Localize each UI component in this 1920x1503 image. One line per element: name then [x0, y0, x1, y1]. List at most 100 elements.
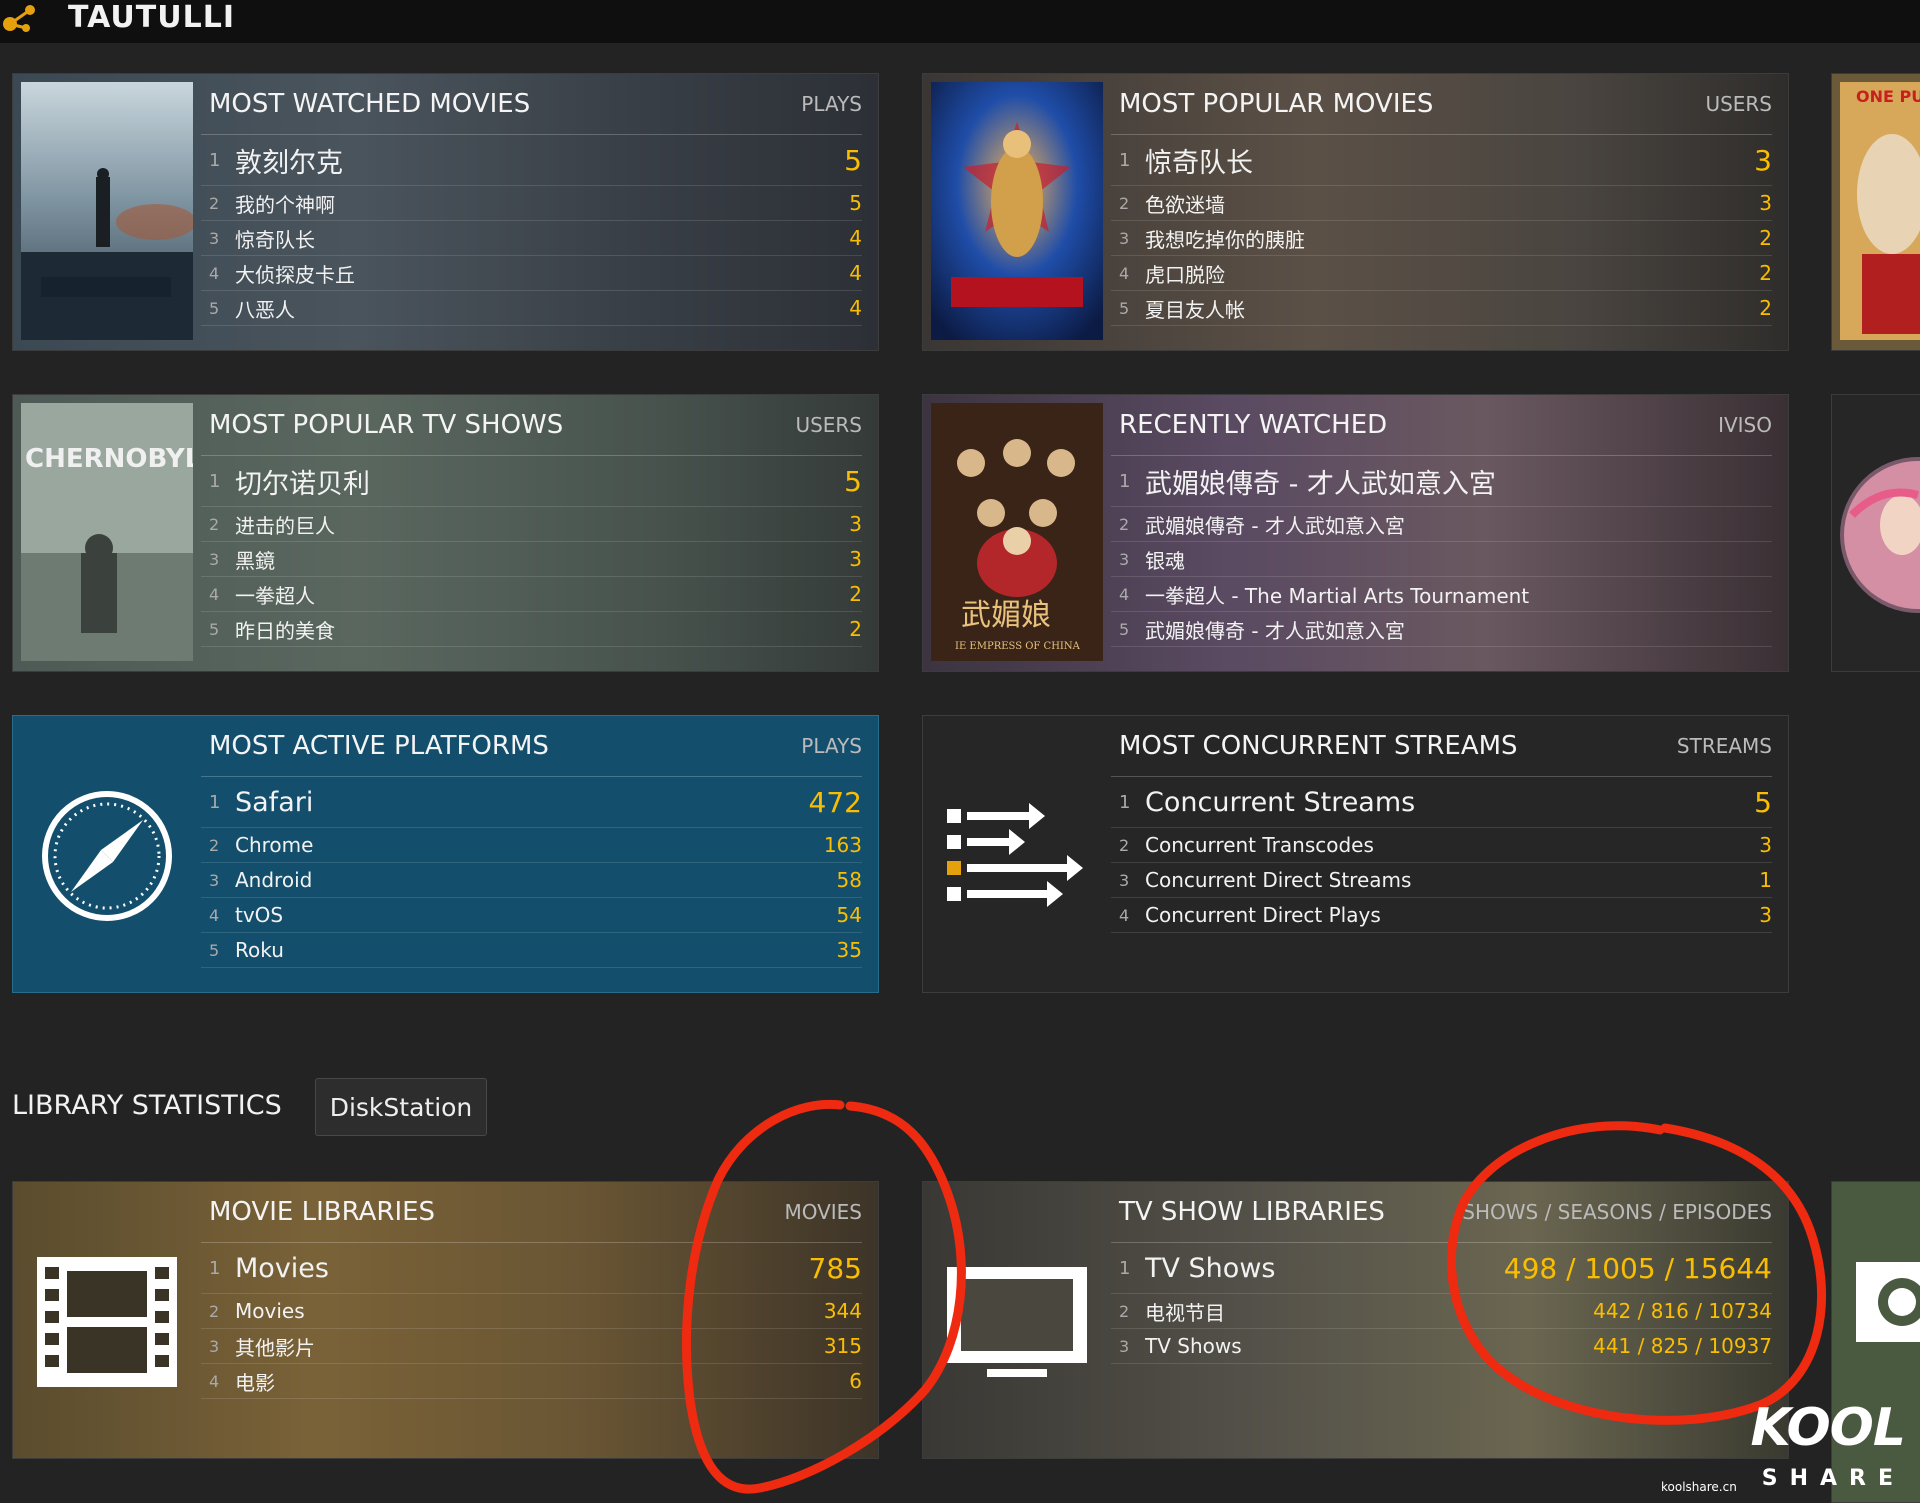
list-item[interactable]: 3 Android 58	[201, 863, 862, 898]
card-most-watched-movies[interactable]: MOST WATCHED MOVIES PLAYS 1 敦刻尔克 5 2 我的个神啊 5…	[12, 73, 879, 351]
list-item[interactable]: 4 电影 6	[201, 1364, 862, 1399]
list-item[interactable]: 5 武媚娘傳奇 - 才人武如意入宮	[1111, 612, 1772, 647]
card-content: MOVIE LIBRARIES MOVIES 1 Movies 785 2 Movie…	[201, 1182, 862, 1458]
tv-poster[interactable]: CHERNOBYL	[21, 403, 193, 661]
anime-avatar-image	[1840, 457, 1920, 613]
item-title: 夏目友人帐	[1145, 297, 1245, 322]
rank-number: 1	[1119, 470, 1131, 492]
item-title: Movies	[235, 1299, 305, 1323]
item-title: 其他影片	[235, 1335, 315, 1360]
card-most-popular-movies[interactable]: MOST POPULAR MOVIES USERS 1 惊奇队长 3 2 色欲迷墙 3 …	[922, 73, 1789, 351]
card-unit-label: PLAYS	[801, 734, 862, 758]
list-item[interactable]: 4 一拳超人 2	[201, 577, 862, 612]
item-count: 5	[844, 464, 862, 498]
card-most-concurrent-streams[interactable]: MOST CONCURRENT STREAMS STREAMS 1 Concurr…	[922, 715, 1789, 993]
item-count: 3	[1754, 143, 1772, 177]
item-count: 35	[836, 938, 862, 962]
list-item[interactable]: 3 其他影片 315	[201, 1329, 862, 1364]
list-item[interactable]: 1 惊奇队长 3	[1111, 135, 1772, 186]
item-title: 一拳超人 - The Martial Arts Tournament	[1145, 583, 1530, 608]
rank-number: 4	[209, 1371, 220, 1391]
list-item[interactable]: 4 Concurrent Direct Plays 3	[1111, 898, 1772, 933]
list-item[interactable]: 3 银魂	[1111, 542, 1772, 577]
list-item[interactable]: 1 武媚娘傳奇 - 才人武如意入宮	[1111, 456, 1772, 507]
item-count: 441 / 825 / 10937	[1593, 1334, 1772, 1358]
list-item[interactable]: 3 TV Shows 441 / 825 / 10937	[1111, 1329, 1772, 1364]
card-partial-next[interactable]: ONE PUN	[1831, 73, 1920, 351]
item-count: 4	[849, 296, 862, 320]
item-title: 惊奇队长	[235, 227, 315, 252]
brand[interactable]: TAUTULLI	[0, 0, 235, 35]
list-item[interactable]: 3 我想吃掉你的胰脏 2	[1111, 221, 1772, 256]
movie-poster[interactable]	[931, 82, 1103, 340]
list-item[interactable]: 2 Chrome 163	[201, 828, 862, 863]
list-item[interactable]: 3 黑鏡 3	[201, 542, 862, 577]
list-item[interactable]: 4 一拳超人 - The Martial Arts Tournament	[1111, 577, 1772, 612]
card-recently-watched[interactable]: 武媚娘 IE EMPRESS OF CHINA RECENTLY WATCHED…	[922, 394, 1789, 672]
rank-number: 1	[1119, 1257, 1131, 1279]
rank-number: 2	[1119, 1301, 1130, 1321]
empress-of-china-poster-image: 武媚娘 IE EMPRESS OF CHINA	[931, 403, 1103, 661]
rank-number: 3	[1119, 870, 1130, 890]
list-item[interactable]: 1 Movies 785	[201, 1243, 862, 1294]
list-item[interactable]: 1 切尔诺贝利 5	[201, 456, 862, 507]
card-unit-label: USERS	[1705, 92, 1772, 116]
list-item[interactable]: 5 八恶人 4	[201, 291, 862, 326]
poster-subtitle-text: IE EMPRESS OF CHINA	[955, 641, 1081, 652]
item-count: 785	[808, 1251, 862, 1285]
list-item[interactable]: 2 我的个神啊 5	[201, 186, 862, 221]
rank-number: 5	[209, 940, 220, 960]
card-partial-next[interactable]	[1831, 394, 1920, 672]
item-title: 惊奇队长	[1145, 147, 1253, 179]
list-item[interactable]: 1 Safari 472	[201, 777, 862, 828]
list-item[interactable]: 3 Concurrent Direct Streams 1	[1111, 863, 1772, 898]
item-title: 敦刻尔克	[235, 147, 343, 179]
item-title: 八恶人	[235, 297, 295, 322]
poster-text: CHERNOBYL	[25, 444, 193, 474]
poster-title-text: 武媚娘	[961, 598, 1051, 633]
item-count: 2	[849, 617, 862, 641]
list-item[interactable]: 2 Concurrent Transcodes 3	[1111, 828, 1772, 863]
list-item[interactable]: 5 昨日的美食 2	[201, 612, 862, 647]
list-item[interactable]: 1 Concurrent Streams 5	[1111, 777, 1772, 828]
card-title: MOST WATCHED MOVIES	[209, 89, 531, 119]
list-item[interactable]: 1 TV Shows 498 / 1005 / 15644	[1111, 1243, 1772, 1294]
streams-arrows-icon	[947, 786, 1087, 926]
list-item[interactable]: 2 色欲迷墙 3	[1111, 186, 1772, 221]
card-title: MOVIE LIBRARIES	[209, 1197, 436, 1227]
item-count: 2	[1759, 261, 1772, 285]
rank-number: 4	[1119, 263, 1130, 283]
rank-number: 4	[209, 263, 220, 283]
card-most-popular-tv-shows[interactable]: CHERNOBYL MOST POPULAR TV SHOWS USERS 1切…	[12, 394, 879, 672]
item-title: Concurrent Direct Streams	[1145, 868, 1412, 892]
list-item[interactable]: 2 武媚娘傳奇 - 才人武如意入宮	[1111, 507, 1772, 542]
rank-number: 5	[1119, 619, 1130, 639]
list-item[interactable]: 2 进击的巨人 3	[201, 507, 862, 542]
list-item[interactable]: 4 大侦探皮卡丘 4	[201, 256, 862, 291]
item-title: 电视节目	[1145, 1300, 1225, 1325]
card-most-active-platforms[interactable]: MOST ACTIVE PLATFORMS PLAYS 1 Safari 472 2…	[12, 715, 879, 993]
rank-number: 1	[209, 470, 221, 492]
card-movie-libraries[interactable]: MOVIE LIBRARIES MOVIES 1 Movies 785 2 Movie…	[12, 1181, 879, 1459]
watermark-logo: KOOL	[1750, 1398, 1906, 1458]
card-title: RECENTLY WATCHED	[1119, 410, 1388, 440]
tv-poster[interactable]: 武媚娘 IE EMPRESS OF CHINA	[931, 403, 1103, 661]
koolshare-watermark: KOOL SHARE koolshare.cn	[1655, 1398, 1915, 1498]
list-item[interactable]: 2 电视节目 442 / 816 / 10734	[1111, 1294, 1772, 1329]
rank-number: 3	[209, 549, 220, 569]
list-item[interactable]: 1 敦刻尔克 5	[201, 135, 862, 186]
server-select-button[interactable]: DiskStation	[315, 1078, 487, 1136]
list-item[interactable]: 3 惊奇队长 4	[201, 221, 862, 256]
list-item[interactable]: 5 Roku 35	[201, 933, 862, 968]
card-content: MOST POPULAR MOVIES USERS 1 惊奇队长 3 2 色欲迷墙 3 …	[1111, 74, 1772, 350]
list-item[interactable]: 4 虎口脱险 2	[1111, 256, 1772, 291]
list-item[interactable]: 4 tvOS 54	[201, 898, 862, 933]
list-item[interactable]: 2 Movies 344	[201, 1294, 862, 1329]
chernobyl-poster-image: CHERNOBYL	[21, 403, 193, 661]
card-header: MOST CONCURRENT STREAMS STREAMS	[1111, 716, 1772, 777]
film-strip-icon	[37, 1252, 177, 1392]
list-item[interactable]: 5 夏目友人帐 2	[1111, 291, 1772, 326]
card-title: MOST POPULAR MOVIES	[1119, 89, 1434, 119]
movie-poster[interactable]	[21, 82, 193, 340]
item-title: 电影	[235, 1370, 275, 1395]
